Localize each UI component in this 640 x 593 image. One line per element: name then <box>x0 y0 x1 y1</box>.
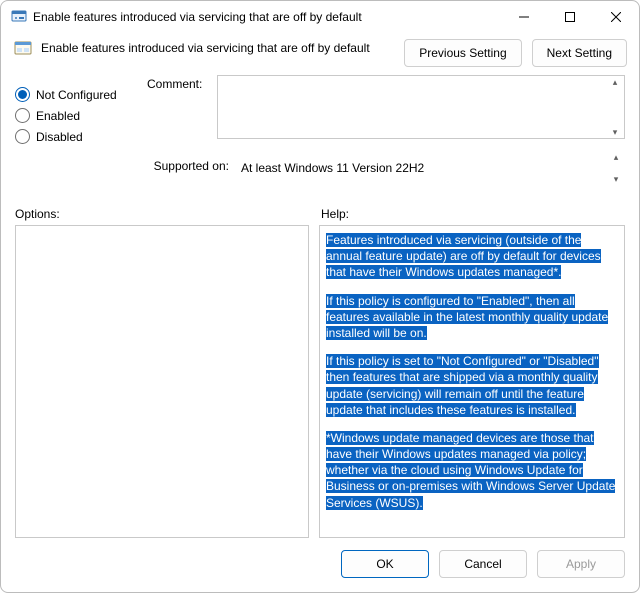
supported-on-value-box: At least Windows 11 Version 22H2 ▴ ▾ <box>237 151 625 185</box>
radio-icon <box>15 108 30 123</box>
help-pane[interactable]: Features introduced via servicing (outsi… <box>319 225 625 538</box>
radio-label: Disabled <box>36 130 83 144</box>
section-headers: Options: Help: <box>1 193 639 225</box>
help-paragraph: Features introduced via servicing (outsi… <box>326 232 618 281</box>
supported-on-value: At least Windows 11 Version 22H2 <box>241 161 424 175</box>
title-bar: Enable features introduced via servicing… <box>1 1 639 33</box>
panes: Features introduced via servicing (outsi… <box>1 225 639 538</box>
comment-scroll[interactable]: ▴ ▾ <box>608 76 622 138</box>
app-icon <box>11 9 27 25</box>
dialog-footer: OK Cancel Apply <box>1 538 639 592</box>
comment-label: Comment: <box>147 75 217 139</box>
radio-icon <box>15 129 30 144</box>
help-paragraph: *Windows update managed devices are thos… <box>326 430 618 511</box>
next-setting-button[interactable]: Next Setting <box>532 39 627 67</box>
state-radios: Not Configured Enabled Disabled <box>15 75 139 193</box>
radio-label: Enabled <box>36 109 80 123</box>
maximize-button[interactable] <box>547 1 593 33</box>
policy-header: Enable features introduced via servicing… <box>1 33 639 67</box>
arrow-up-icon: ▴ <box>608 78 622 86</box>
options-section-label: Options: <box>15 207 321 221</box>
arrow-up-icon: ▴ <box>609 153 623 161</box>
radio-label: Not Configured <box>36 88 117 102</box>
radio-icon <box>15 87 30 102</box>
ok-button[interactable]: OK <box>341 550 429 578</box>
dialog-window: Enable features introduced via servicing… <box>0 0 640 593</box>
options-pane <box>15 225 309 538</box>
help-paragraph: If this policy is configured to "Enabled… <box>326 293 618 342</box>
help-paragraph: If this policy is set to "Not Configured… <box>326 353 618 418</box>
cancel-button[interactable]: Cancel <box>439 550 527 578</box>
supported-scroll[interactable]: ▴ ▾ <box>609 151 623 185</box>
arrow-down-icon: ▾ <box>609 175 623 183</box>
policy-icon <box>13 39 33 59</box>
window-title: Enable features introduced via servicing… <box>33 10 501 24</box>
close-button[interactable] <box>593 1 639 33</box>
apply-button[interactable]: Apply <box>537 550 625 578</box>
arrow-down-icon: ▾ <box>608 128 622 136</box>
policy-title: Enable features introduced via servicing… <box>41 39 396 55</box>
config-area: Not Configured Enabled Disabled Comment:… <box>1 67 639 193</box>
radio-not-configured[interactable]: Not Configured <box>15 87 139 102</box>
help-section-label: Help: <box>321 207 349 221</box>
window-controls <box>501 1 639 33</box>
previous-setting-button[interactable]: Previous Setting <box>404 39 521 67</box>
minimize-button[interactable] <box>501 1 547 33</box>
radio-enabled[interactable]: Enabled <box>15 108 139 123</box>
supported-on-label: Supported on: <box>147 151 237 185</box>
comment-textarea[interactable]: ▴ ▾ <box>217 75 625 139</box>
radio-disabled[interactable]: Disabled <box>15 129 139 144</box>
